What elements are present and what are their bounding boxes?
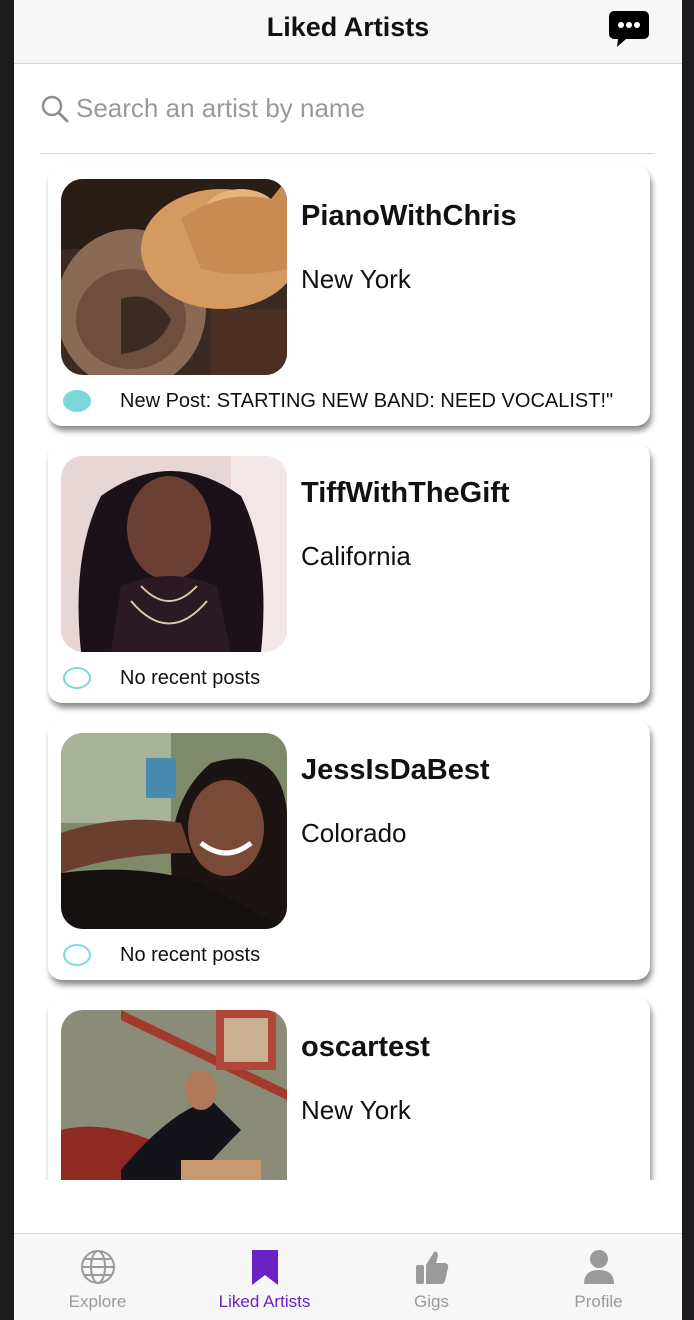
artist-photo	[61, 456, 287, 652]
artist-photo	[61, 179, 287, 375]
artist-name: TiffWithTheGift	[301, 477, 510, 509]
tab-profile[interactable]: Profile	[515, 1234, 682, 1320]
artist-photo	[61, 1010, 287, 1180]
artist-card[interactable]: oscartest New York	[48, 997, 650, 1180]
artist-location: New York	[301, 1095, 411, 1125]
latest-post-text: No recent posts	[120, 667, 261, 689]
tab-label: Explore	[68, 1292, 127, 1311]
tab-label: Liked Artists	[218, 1292, 311, 1311]
search-icon	[41, 95, 69, 123]
artist-name: JessIsDaBest	[301, 754, 490, 786]
tab-explore[interactable]: Explore	[14, 1234, 181, 1320]
tab-gigs[interactable]: Gigs	[348, 1234, 515, 1320]
tab-label: Gigs	[414, 1292, 449, 1311]
globe-icon	[81, 1250, 115, 1284]
new-post-indicator	[63, 944, 91, 966]
new-post-indicator	[63, 667, 91, 689]
nav-header: Liked Artists	[14, 0, 682, 64]
artist-name: PianoWithChris	[301, 200, 517, 232]
search-input[interactable]	[76, 88, 646, 128]
artist-name: oscartest	[301, 1031, 430, 1063]
new-post-indicator	[63, 390, 91, 412]
artist-card[interactable]: JessIsDaBest Colorado No recent posts	[48, 720, 650, 980]
artist-card[interactable]: PianoWithChris New York New Post: STARTI…	[48, 166, 650, 426]
artist-location: California	[301, 541, 411, 571]
messages-button[interactable]	[608, 9, 650, 49]
latest-post-text: No recent posts	[120, 944, 261, 966]
artist-location: New York	[301, 264, 411, 294]
artist-photo	[61, 733, 287, 929]
artist-list: PianoWithChris New York New Post: STARTI…	[14, 160, 682, 1180]
latest-post-text: New Post: STARTING NEW BAND: NEED VOCALI…	[120, 390, 614, 412]
chat-bubble-icon	[609, 11, 649, 47]
page-title: Liked Artists	[266, 12, 430, 42]
artist-location: Colorado	[301, 818, 407, 848]
artist-card[interactable]: TiffWithTheGift California No recent pos…	[48, 443, 650, 703]
person-icon	[584, 1250, 614, 1284]
thumbs-up-icon	[416, 1251, 449, 1284]
app-screen: Liked Artists Search an artist by name P…	[14, 0, 682, 1320]
search-bar	[40, 80, 654, 154]
tab-bar: Explore Liked Artists Gigs Profile	[14, 1233, 682, 1320]
tab-label: Profile	[574, 1292, 623, 1311]
tab-liked-artists[interactable]: Liked Artists	[181, 1234, 348, 1320]
bookmark-icon	[252, 1250, 278, 1285]
